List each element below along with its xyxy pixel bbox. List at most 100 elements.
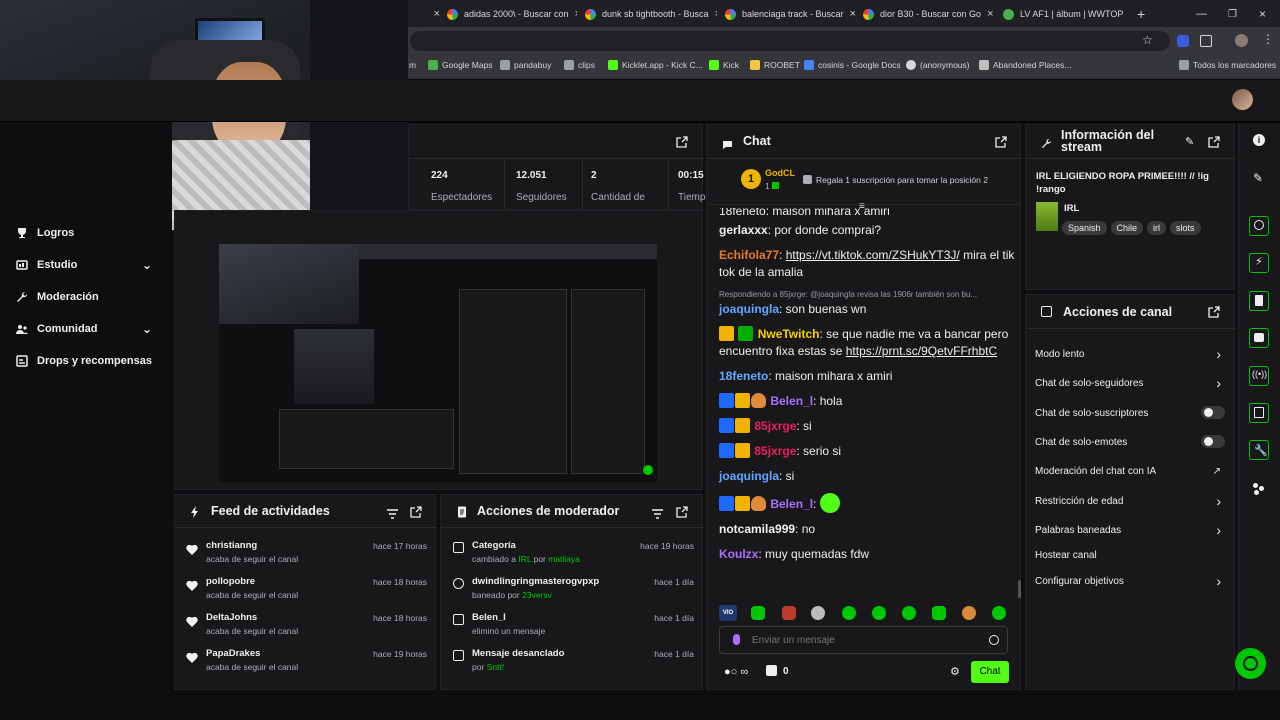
popout-icon[interactable] xyxy=(995,135,1007,148)
chat-message[interactable]: Belen_l: hola xyxy=(719,393,1018,410)
filter-icon[interactable] xyxy=(387,506,398,524)
chat-message[interactable]: 85jxrge: si xyxy=(719,418,1018,435)
chat-reply-context[interactable]: Respondiendo a 85jxrge: @joaquingla revi… xyxy=(719,289,1018,301)
edit-pencil-icon[interactable]: ✎ xyxy=(1185,135,1194,148)
nav-item-logros[interactable]: Logros xyxy=(16,227,74,239)
emote-icon[interactable] xyxy=(782,606,796,620)
feed-username[interactable]: DeltaJohns xyxy=(206,612,298,623)
chat-message[interactable]: notcamila999: no xyxy=(719,521,1018,538)
emote-only-toggle[interactable] xyxy=(1201,435,1225,448)
action-emote-only[interactable]: Chat de solo-emotes xyxy=(1035,435,1225,448)
feed-row[interactable]: PapaDrakes acaba de seguir el canal hace… xyxy=(175,647,437,677)
chat-scrollbar[interactable] xyxy=(1018,580,1021,598)
emote-icon[interactable] xyxy=(842,606,856,620)
close-icon[interactable]: × xyxy=(715,8,717,20)
star-icon[interactable]: ☆ xyxy=(1142,33,1153,47)
popout-icon[interactable] xyxy=(676,505,688,518)
avatar[interactable] xyxy=(1232,89,1253,110)
new-tab-button[interactable]: + xyxy=(1137,4,1151,24)
chat-message[interactable]: joaquingla: son buenas wn xyxy=(719,301,1018,318)
emote-vio-icon[interactable]: VIO xyxy=(719,605,737,621)
browser-tab[interactable]: adidas 2000\ - Buscar con × xyxy=(447,4,577,24)
chat-link[interactable]: https://vt.tiktok.com/ZSHukYT3J/ xyxy=(786,248,960,262)
modaction-row[interactable]: Mensaje desanclado por Sntt! hace 1 día xyxy=(441,647,704,677)
chat-message[interactable]: 85jxrge: serio si xyxy=(719,443,1018,460)
emoji-icon[interactable] xyxy=(989,635,999,645)
extensions-puzzle-icon[interactable] xyxy=(1200,35,1212,47)
modaction-name[interactable]: Belen_l xyxy=(472,612,545,623)
bookmark[interactable]: Abandoned Places... xyxy=(979,60,1071,70)
action-host-channel[interactable]: Hostear canal xyxy=(1035,550,1225,561)
emote-icon[interactable] xyxy=(992,606,1006,620)
chat-message[interactable]: 18feneto: maison mihara x amiri xyxy=(719,368,1018,385)
tab-close-prev[interactable]: × xyxy=(420,4,440,24)
info-icon[interactable]: i xyxy=(1253,134,1265,146)
chat-message[interactable]: Belen_l: xyxy=(719,493,1018,513)
edit-pencil-icon[interactable]: ✎ xyxy=(1253,171,1263,185)
browser-tab[interactable]: LV AF1 | álbum | WWTOP× xyxy=(1003,4,1128,24)
restore-icon[interactable]: ❐ xyxy=(1228,4,1237,24)
menu-kebab-icon[interactable]: ⋮ xyxy=(1262,32,1274,46)
modaction-row[interactable]: Belen_l eliminó un mensaje hace 1 día xyxy=(441,611,704,641)
feed-username[interactable]: christianng xyxy=(206,540,298,551)
minimize-icon[interactable]: — xyxy=(1196,4,1207,24)
bookmark[interactable]: Google Maps xyxy=(428,60,493,70)
action-configure-goals[interactable]: Configurar objetivos › xyxy=(1035,573,1225,589)
emote-icon[interactable] xyxy=(811,606,825,620)
chat-input[interactable] xyxy=(752,632,972,648)
chat-message[interactable]: Echifola77: https://vt.tiktok.com/ZSHukY… xyxy=(719,247,1018,281)
close-icon[interactable]: × xyxy=(575,8,577,20)
popout-icon[interactable] xyxy=(676,135,688,148)
action-ai-moderation[interactable]: Moderación del chat con IA ↗ xyxy=(1035,466,1225,477)
bookmark[interactable]: ROOBET xyxy=(750,60,800,70)
bookmark[interactable]: m xyxy=(409,60,416,70)
modaction-row[interactable]: dwindlingringmasterogvpxp baneado por 23… xyxy=(441,575,704,605)
tag[interactable]: slots xyxy=(1170,221,1201,235)
emote-icon[interactable] xyxy=(932,606,946,620)
action-followers-only[interactable]: Chat de solo-seguidores › xyxy=(1035,375,1225,391)
chevron-down-icon[interactable]: ⌄ xyxy=(142,258,152,272)
all-bookmarks[interactable]: Todos los marcadores xyxy=(1179,60,1276,70)
address-bar[interactable] xyxy=(410,31,1170,51)
action-subs-only[interactable]: Chat de solo-suscriptores xyxy=(1035,406,1225,419)
action-age-restriction[interactable]: Restricción de edad › xyxy=(1035,493,1225,509)
stream-preview-video[interactable] xyxy=(219,244,657,482)
bookmark[interactable]: pandabuy xyxy=(500,60,551,70)
bookmark[interactable]: (anonymous) xyxy=(906,60,970,70)
browser-tab[interactable]: balenciaga track - Buscar × xyxy=(725,4,855,24)
store-icon[interactable] xyxy=(766,665,777,676)
tag[interactable]: Chile xyxy=(1110,221,1144,235)
close-icon[interactable]: × xyxy=(850,8,855,20)
bookmark[interactable]: Kick xyxy=(709,60,739,70)
popout-icon[interactable] xyxy=(1208,135,1220,148)
feed-row[interactable]: christianng acaba de seguir el canal hac… xyxy=(175,539,437,569)
feed-row[interactable]: pollopobre acaba de seguir el canal hace… xyxy=(175,575,437,605)
chat-message[interactable]: Koulzx: muy quemadas fdw xyxy=(719,546,1018,563)
emote-icon[interactable] xyxy=(902,606,916,620)
chat-message[interactable]: gerlaxxx: por donde comprai? xyxy=(719,222,1018,239)
feed-username[interactable]: PapaDrakes xyxy=(206,648,298,659)
popout-icon[interactable] xyxy=(410,505,422,518)
chat-send-button[interactable]: Chat xyxy=(971,661,1009,683)
category-thumbnail[interactable] xyxy=(1036,202,1058,231)
microphone-icon[interactable] xyxy=(733,634,740,645)
modaction-name[interactable]: Mensaje desanclado xyxy=(472,648,564,659)
action-banned-words[interactable]: Palabras baneadas › xyxy=(1035,522,1225,538)
bookmark[interactable]: cosinis - Google Docs xyxy=(804,60,901,70)
emote-icon[interactable] xyxy=(751,606,765,620)
gift-prompt[interactable]: Regala 1 suscripción para tomar la posic… xyxy=(816,175,988,185)
modaction-name[interactable]: Categoría xyxy=(472,540,580,551)
chat-settings-gear-icon[interactable]: ⚙ xyxy=(950,665,960,678)
browser-tab[interactable]: dunk sb tightbooth - Busca × xyxy=(585,4,717,24)
chevron-down-icon[interactable]: ⌄ xyxy=(142,322,152,336)
gifter-name[interactable]: GodCL xyxy=(765,168,795,178)
subs-only-toggle[interactable] xyxy=(1201,406,1225,419)
chat-message[interactable]: joaquingla: si xyxy=(719,468,1018,485)
chat-input-box[interactable] xyxy=(719,626,1008,654)
close-icon[interactable]: × xyxy=(987,8,993,20)
chat-message[interactable]: NweTwitch: se que nadie me va a bancar p… xyxy=(719,326,1018,360)
close-icon[interactable]: × xyxy=(434,8,440,20)
nav-item-estudio[interactable]: Estudio ⌄ xyxy=(16,258,152,272)
category-name[interactable]: IRL xyxy=(1064,203,1079,214)
bookmark[interactable]: Kicklet.app - Kick C... xyxy=(608,60,703,70)
